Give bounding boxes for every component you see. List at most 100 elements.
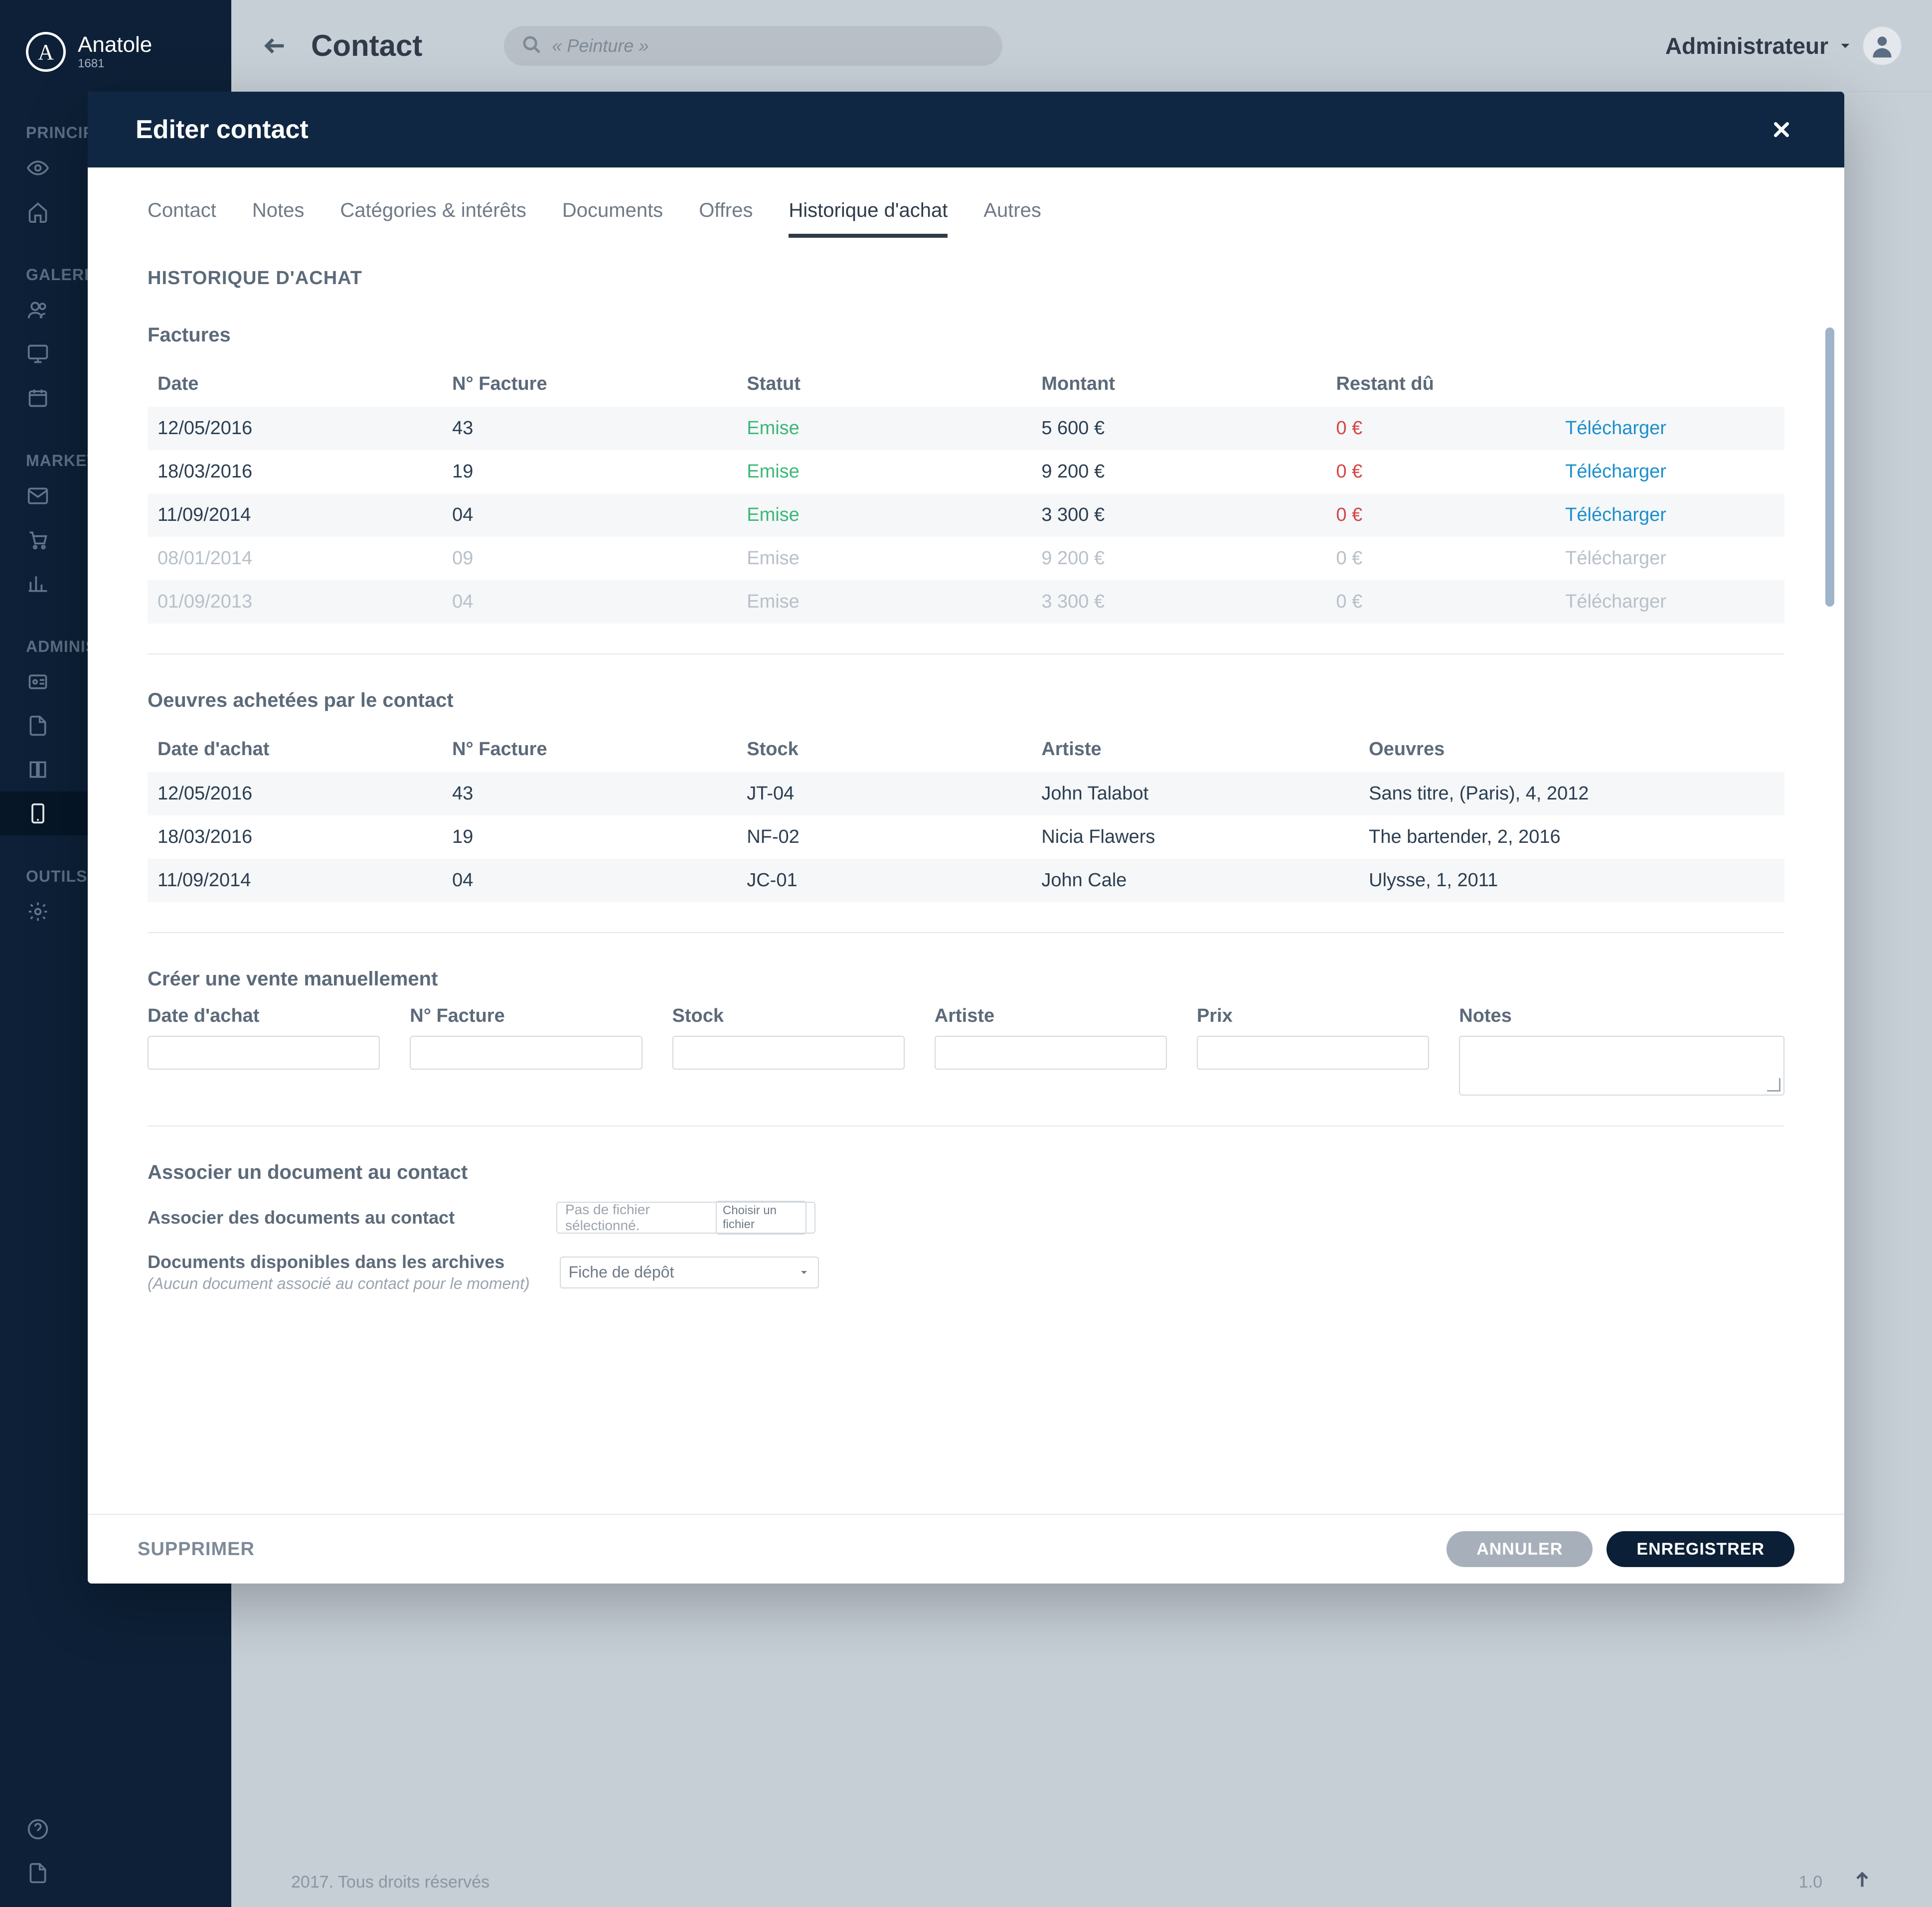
cell-wnum: 04 (442, 859, 737, 902)
col-status: Statut (737, 361, 1031, 407)
cell-num: 19 (442, 450, 737, 493)
table-row: 12/05/201643Emise5 600 €0 €Télécharger (148, 407, 1784, 450)
cell-wstock: NF-02 (737, 815, 1031, 859)
cell-wartist: John Talabot (1031, 772, 1359, 815)
modal-close-button[interactable] (1767, 115, 1796, 145)
label-ms-date: Date d'achat (148, 1005, 380, 1027)
tab-notes[interactable]: Notes (252, 191, 305, 238)
cell-date: 11/09/2014 (148, 493, 442, 537)
col-wartist: Artiste (1031, 727, 1359, 772)
download-link[interactable]: Télécharger (1555, 407, 1784, 450)
table-row: 08/01/201409Emise9 200 €0 €Télécharger (148, 537, 1784, 580)
input-ms-stock[interactable] (672, 1036, 905, 1070)
label-ms-notes: Notes (1459, 1005, 1784, 1027)
modal-tabs: Contact Notes Catégories & intérêts Docu… (88, 167, 1844, 238)
col-due: Restant dû (1326, 361, 1555, 407)
assoc-row2-note: (Aucun document associé au contact pour … (148, 1274, 530, 1293)
history-heading: HISTORIQUE D'ACHAT (148, 268, 1784, 289)
col-wstock: Stock (737, 727, 1031, 772)
invoices-table: Date N° Facture Statut Montant Restant d… (148, 361, 1784, 624)
table-row: 11/09/201404Emise3 300 €0 €Télécharger (148, 493, 1784, 537)
associate-title: Associer un document au contact (148, 1161, 1784, 1184)
modal-overlay: Editer contact Contact Notes Catégories … (0, 0, 1932, 1907)
download-link[interactable]: Télécharger (1555, 493, 1784, 537)
col-amount: Montant (1031, 361, 1326, 407)
cell-due: 0 € (1326, 537, 1555, 580)
cell-wdate: 12/05/2016 (148, 772, 442, 815)
cell-due: 0 € (1326, 407, 1555, 450)
cell-num: 04 (442, 493, 737, 537)
input-ms-notes[interactable] (1459, 1036, 1784, 1096)
cell-amount: 9 200 € (1031, 450, 1326, 493)
separator (148, 1125, 1784, 1126)
tab-historique[interactable]: Historique d'achat (789, 191, 948, 238)
table-row: 12/05/201643JT-04John TalabotSans titre,… (148, 772, 1784, 815)
save-button[interactable]: ENREGISTRER (1607, 1531, 1794, 1567)
download-link[interactable]: Télécharger (1555, 450, 1784, 493)
cell-num: 43 (442, 407, 737, 450)
file-placeholder: Pas de fichier sélectionné. (565, 1202, 706, 1234)
table-row: 18/03/201619Emise9 200 €0 €Télécharger (148, 450, 1784, 493)
scrollbar[interactable] (1825, 327, 1834, 607)
delete-button[interactable]: SUPPRIMER (138, 1539, 255, 1560)
assoc-row2-label: Documents disponibles dans les archives (148, 1252, 526, 1272)
table-row: 18/03/201619NF-02Nicia FlawersThe barten… (148, 815, 1784, 859)
cell-date: 18/03/2016 (148, 450, 442, 493)
cell-due: 0 € (1326, 493, 1555, 537)
cell-wartist: John Cale (1031, 859, 1359, 902)
label-ms-price: Prix (1197, 1005, 1429, 1027)
download-link: Télécharger (1555, 580, 1784, 624)
label-ms-num: N° Facture (410, 1005, 642, 1027)
manual-sale-form: Date d'achat N° Facture Stock Artis (148, 1005, 1784, 1096)
cancel-button[interactable]: ANNULER (1447, 1531, 1593, 1567)
tab-categories[interactable]: Catégories & intérêts (340, 191, 526, 238)
col-wnum: N° Facture (442, 727, 737, 772)
cell-wstock: JT-04 (737, 772, 1031, 815)
col-date: Date (148, 361, 442, 407)
separator (148, 932, 1784, 933)
cell-amount: 3 300 € (1031, 580, 1326, 624)
cell-num: 04 (442, 580, 737, 624)
tab-autres[interactable]: Autres (983, 191, 1041, 238)
cell-wwork: Sans titre, (Paris), 4, 2012 (1359, 772, 1784, 815)
table-row: 11/09/201404JC-01John CaleUlysse, 1, 201… (148, 859, 1784, 902)
cell-wwork: Ulysse, 1, 2011 (1359, 859, 1784, 902)
cell-date: 01/09/2013 (148, 580, 442, 624)
modal-footer: SUPPRIMER ANNULER ENREGISTRER (88, 1514, 1844, 1584)
cell-due: 0 € (1326, 450, 1555, 493)
input-ms-date[interactable] (148, 1036, 380, 1070)
cell-wdate: 18/03/2016 (148, 815, 442, 859)
works-table: Date d'achat N° Facture Stock Artiste Oe… (148, 727, 1784, 902)
download-link: Télécharger (1555, 537, 1784, 580)
assoc-row1-label: Associer des documents au contact (148, 1207, 526, 1228)
input-ms-artist[interactable] (935, 1036, 1167, 1070)
label-ms-stock: Stock (672, 1005, 905, 1027)
invoices-title: Factures (148, 324, 1784, 346)
tab-contact[interactable]: Contact (148, 191, 216, 238)
cell-num: 09 (442, 537, 737, 580)
label-ms-artist: Artiste (935, 1005, 1167, 1027)
edit-contact-modal: Editer contact Contact Notes Catégories … (88, 92, 1844, 1584)
chevron-down-icon (798, 1267, 810, 1278)
file-choose-button[interactable]: Choisir un fichier (716, 1201, 806, 1235)
cell-wwork: The bartender, 2, 2016 (1359, 815, 1784, 859)
archive-select[interactable]: Fiche de dépôt (560, 1257, 819, 1288)
works-title: Oeuvres achetées par le contact (148, 689, 1784, 712)
cell-status: Emise (737, 580, 1031, 624)
cell-status: Emise (737, 407, 1031, 450)
tab-offres[interactable]: Offres (699, 191, 753, 238)
close-icon (1771, 120, 1791, 140)
col-num: N° Facture (442, 361, 737, 407)
modal-header: Editer contact (88, 92, 1844, 167)
input-ms-num[interactable] (410, 1036, 642, 1070)
tab-documents[interactable]: Documents (562, 191, 663, 238)
input-ms-price[interactable] (1197, 1036, 1429, 1070)
cell-status: Emise (737, 537, 1031, 580)
cell-wnum: 43 (442, 772, 737, 815)
cell-wstock: JC-01 (737, 859, 1031, 902)
cell-wartist: Nicia Flawers (1031, 815, 1359, 859)
cell-amount: 3 300 € (1031, 493, 1326, 537)
file-picker[interactable]: Pas de fichier sélectionné. Choisir un f… (556, 1202, 815, 1234)
modal-title: Editer contact (136, 115, 309, 145)
col-wwork: Oeuvres (1359, 727, 1784, 772)
